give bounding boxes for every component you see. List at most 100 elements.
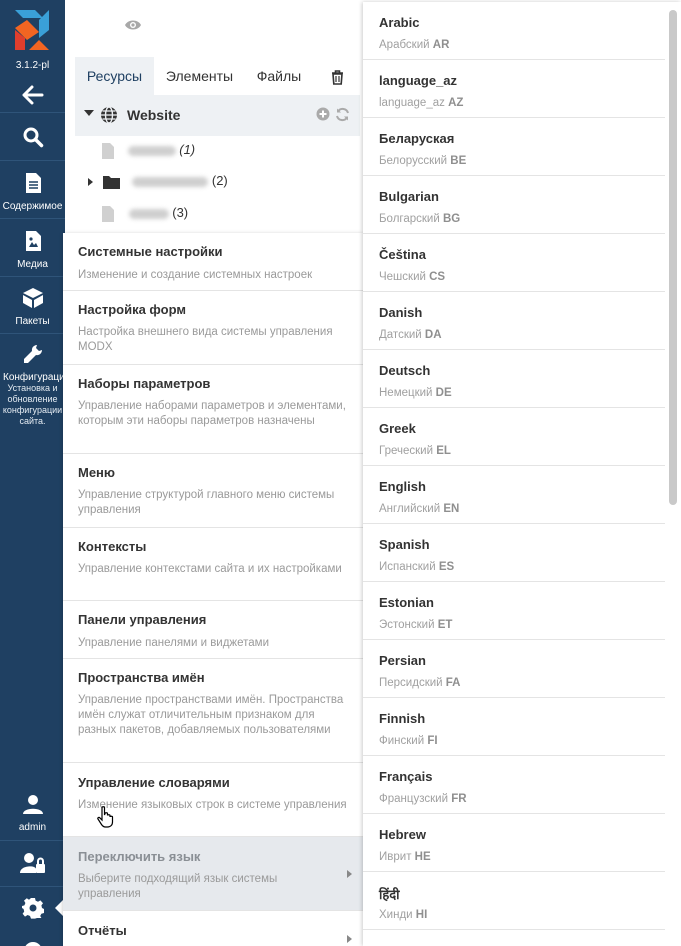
menu-item-description: Управление контекстами сайта и их настро… xyxy=(78,563,342,575)
tab-elements[interactable]: Элементы xyxy=(161,57,238,95)
sidebar-item-description: Установка и обновление конфигурации сайт… xyxy=(2,383,63,426)
language-option-bg[interactable]: Bulgarian Болгарский BG xyxy=(363,176,665,234)
language-option-fi[interactable]: Finnish Финский FI xyxy=(363,698,665,756)
language-name: Persian xyxy=(379,653,426,668)
language-name: Greek xyxy=(379,421,416,436)
sidebar-divider xyxy=(0,218,65,219)
language-scrollbar[interactable] xyxy=(669,10,677,505)
sidebar-item-media[interactable]: Медиа xyxy=(0,230,65,270)
language-submenu: Arabic Арабский AR language_az language_az… xyxy=(363,2,681,946)
help-button[interactable] xyxy=(0,938,65,946)
menu-item-title: Наборы параметров xyxy=(78,376,211,391)
menu-item-title: Переключить язык xyxy=(78,849,201,864)
menu-item-contexts[interactable]: Контексты Управление контекстами сайта и… xyxy=(63,528,363,601)
language-option-de[interactable]: Deutsch Немецкий DE xyxy=(363,350,665,408)
tab-files[interactable]: Файлы xyxy=(251,57,307,95)
tree-item[interactable]: (3) xyxy=(101,205,188,229)
menu-item-description: Изменение языковых строк в системе управ… xyxy=(78,799,347,811)
menu-item-description: Выберите подходящий язык системы управле… xyxy=(78,873,278,900)
menu-item-form-customization[interactable]: Настройка форм Настройка внешнего вида с… xyxy=(63,291,363,365)
language-option-fr[interactable]: Français Французский FR xyxy=(363,756,665,814)
language-option-be[interactable]: Беларуская Белорусский BE xyxy=(363,118,665,176)
search-icon xyxy=(23,127,43,148)
language-name: Deutsch xyxy=(379,363,431,378)
user-label: admin xyxy=(18,822,47,833)
tree-item[interactable]: (2) xyxy=(88,173,228,197)
language-code: EL xyxy=(436,445,451,457)
menu-item-title: Панели управления xyxy=(78,612,207,627)
trash-icon xyxy=(331,69,343,85)
language-name: Bulgarian xyxy=(379,189,439,204)
menu-item-menus[interactable]: Меню Управление структурой главного меню… xyxy=(63,454,363,528)
menu-item-dashboards[interactable]: Панели управления Управление панелями и … xyxy=(63,601,363,659)
language-name: English xyxy=(379,479,426,494)
language-local-name: Хинди HI xyxy=(379,909,428,921)
sidebar-divider xyxy=(0,276,65,277)
language-option-en[interactable]: English Английский EN xyxy=(363,466,665,524)
sidebar-item-packages[interactable]: Пакеты xyxy=(0,287,65,327)
language-option-et[interactable]: Estonian Эстонский ET xyxy=(363,582,665,640)
package-icon xyxy=(22,288,43,308)
language-code: HE xyxy=(414,851,431,863)
menu-item-reports[interactable]: Отчёты xyxy=(63,911,363,946)
menu-item-property-sets[interactable]: Наборы параметров Управление наборами па… xyxy=(63,365,363,454)
user-menu-button[interactable]: admin xyxy=(0,793,65,833)
eye-icon[interactable] xyxy=(124,18,142,35)
menu-item-description: Управление панелями и виджетами xyxy=(78,637,270,649)
menu-item-description: Управление структурой главного меню сист… xyxy=(78,489,335,516)
language-code: ET xyxy=(437,619,453,631)
language-name: Danish xyxy=(379,305,423,320)
back-button[interactable] xyxy=(0,84,65,111)
caret-right-icon xyxy=(347,935,352,943)
language-name: Finnish xyxy=(379,711,426,726)
file-icon xyxy=(102,142,114,159)
menu-item-title: Управление словарями xyxy=(78,775,230,790)
modx-logo-icon[interactable] xyxy=(13,8,51,52)
language-local-name: Датский DA xyxy=(379,329,442,341)
language-local-name: Болгарский BG xyxy=(379,213,461,225)
language-option-es[interactable]: Spanish Испанский ES xyxy=(363,524,665,582)
access-button[interactable] xyxy=(0,852,65,879)
sidebar-divider xyxy=(0,112,65,113)
language-option-fa[interactable]: Persian Персидский FA xyxy=(363,640,665,698)
tab-resources[interactable]: Ресурсы xyxy=(75,57,154,95)
language-option-cs[interactable]: Čeština Чешский CS xyxy=(363,234,665,292)
language-local-name: Арабский AR xyxy=(379,39,450,51)
trash-button[interactable] xyxy=(325,57,349,95)
blurred-title xyxy=(127,145,176,156)
refresh-icon[interactable] xyxy=(335,107,350,122)
gear-icon xyxy=(21,898,44,919)
menu-item-title: Отчёты xyxy=(78,923,127,938)
menu-item-title: Меню xyxy=(78,465,116,480)
version-label: 3.1.2-pl xyxy=(15,60,50,71)
caret-right-icon[interactable] xyxy=(88,177,93,186)
language-option-az[interactable]: language_az language_az AZ xyxy=(363,60,665,118)
menu-item-system-settings[interactable]: Системные настройки Изменение и создание… xyxy=(63,233,363,291)
language-local-name: Иврит HE xyxy=(379,851,431,863)
language-local-name: Эстонский ET xyxy=(379,619,453,631)
sidebar-item-content[interactable]: Содержимое xyxy=(0,172,65,212)
language-option-hi[interactable]: हिंदी Хинди HI xyxy=(363,872,665,930)
language-option-el[interactable]: Greek Греческий EL xyxy=(363,408,665,466)
language-local-name: Белорусский BE xyxy=(379,155,467,167)
sidebar-divider xyxy=(0,333,65,334)
menu-item-title: Контексты xyxy=(78,539,147,554)
language-local-name: Английский EN xyxy=(379,503,460,515)
tree-item[interactable]: (1) xyxy=(101,142,195,166)
menu-item-namespaces[interactable]: Пространства имён Управление пространств… xyxy=(63,659,363,763)
sidebar-item-configuration[interactable]: Конфигурация Установка и обновление конф… xyxy=(0,343,70,427)
menu-item-switch-language[interactable]: Переключить язык Выберите подходящий язы… xyxy=(63,837,363,911)
tree-root-node[interactable]: Website xyxy=(75,95,360,136)
caret-down-icon[interactable] xyxy=(84,110,94,116)
language-option-da[interactable]: Danish Датский DA xyxy=(363,292,665,350)
language-option-ar[interactable]: Arabic Арабский AR xyxy=(363,2,665,60)
sidebar-item-label: Содержимое xyxy=(2,201,63,212)
language-option-he[interactable]: Hebrew Иврит HE xyxy=(363,814,665,872)
language-code: ES xyxy=(438,561,455,573)
language-local-name: Французский FR xyxy=(379,793,467,805)
search-button[interactable] xyxy=(0,126,65,153)
language-code: FA xyxy=(445,677,461,689)
menu-item-title: Пространства имён xyxy=(78,670,205,685)
configuration-menu: Системные настройки Изменение и создание… xyxy=(63,233,363,946)
add-circle-icon[interactable] xyxy=(316,107,330,121)
